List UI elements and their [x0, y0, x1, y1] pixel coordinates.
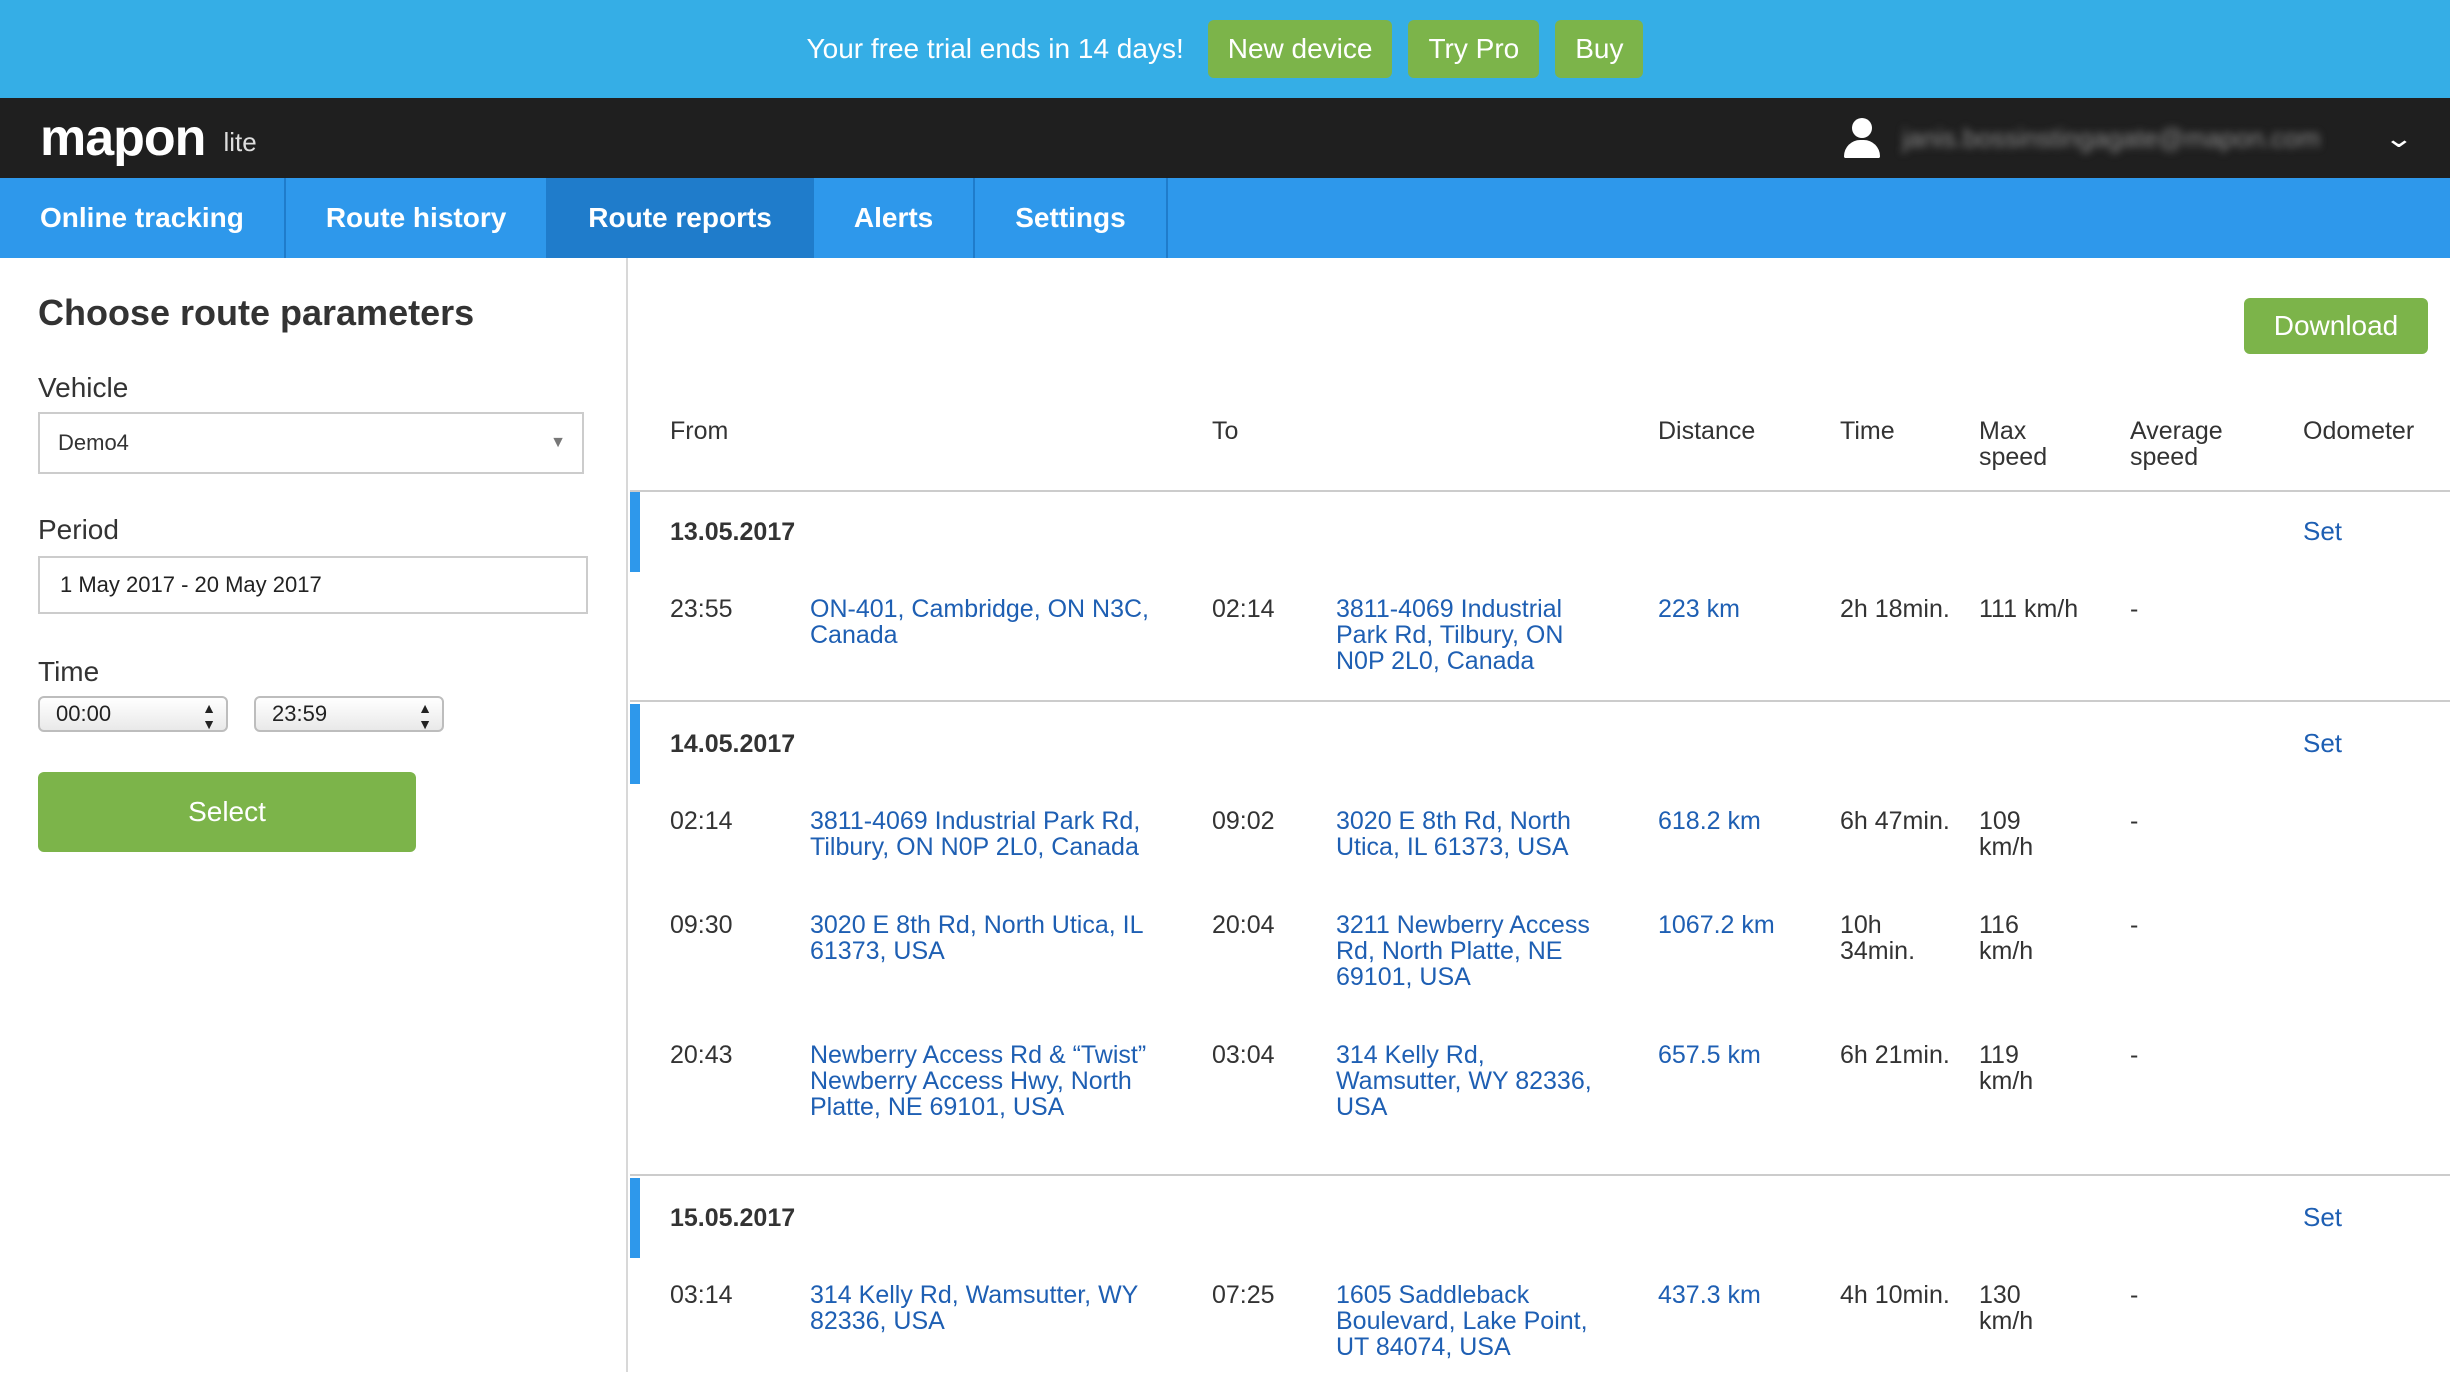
group-marker	[630, 704, 640, 784]
column-average-speed: Average speed	[2130, 417, 2223, 471]
user-email: janis.bossinstingagate@mapon.com	[1902, 122, 2321, 153]
average-speed: -	[2130, 1281, 2139, 1309]
from-address-link[interactable]: 3020 E 8th Rd, North Utica, IL 61373, US…	[810, 912, 1170, 964]
start-time: 09:30	[670, 911, 733, 939]
user-menu[interactable]: janis.bossinstingagate@mapon.com ⌄	[1840, 98, 2414, 178]
group-marker	[630, 1178, 640, 1258]
time-to-select[interactable]: 23:59 ▲ ▼	[254, 696, 444, 732]
column-to: To	[1212, 417, 1239, 445]
odometer-set-link[interactable]: Set	[2303, 728, 2342, 759]
average-speed: -	[2130, 911, 2139, 939]
new-device-button[interactable]: New device	[1207, 20, 1393, 78]
odometer-set-link[interactable]: Set	[2303, 516, 2342, 547]
start-time: 20:43	[670, 1041, 733, 1069]
tab-settings[interactable]: Settings	[975, 178, 1168, 258]
to-address-link[interactable]: 1605 Saddleback Boulevard, Lake Point, U…	[1336, 1282, 1616, 1360]
from-address-link[interactable]: Newberry Access Rd & “Twist” Newberry Ac…	[810, 1042, 1170, 1120]
date-group: 14.05.2017 Set 02:14 3811-4069 Industria…	[630, 704, 2450, 1176]
dropdown-arrow-icon: ▼	[550, 434, 566, 451]
max-speed: 111 km/h	[1979, 595, 2079, 623]
user-icon	[1840, 116, 1884, 160]
end-time: 02:14	[1212, 595, 1275, 623]
column-time: Time	[1840, 417, 1895, 445]
average-speed: -	[2130, 807, 2139, 835]
tab-alerts[interactable]: Alerts	[814, 178, 976, 258]
select-button[interactable]: Select	[38, 772, 416, 852]
distance-link[interactable]: 618.2 km	[1658, 808, 1808, 834]
vehicle-label: Vehicle	[38, 372, 129, 403]
duration: 4h 10min.	[1840, 1281, 1950, 1309]
start-time: 03:14	[670, 1281, 733, 1309]
average-speed: -	[2130, 1041, 2139, 1069]
max-speed: 130 km/h	[1979, 1281, 2034, 1335]
period-label: Period	[38, 514, 119, 545]
mapon-logo[interactable]: mapon lite	[40, 106, 257, 170]
trial-banner: Your free trial ends in 14 days! New dev…	[0, 0, 2450, 98]
average-speed: -	[2130, 595, 2139, 623]
stepper-icon: ▲ ▼	[202, 700, 216, 732]
route-report: Download From To Distance Time Max speed…	[630, 258, 2450, 1372]
logo-text: mapon	[40, 109, 206, 167]
route-parameters-panel: Choose route parameters Vehicle Demo4 ▼ …	[0, 258, 628, 1372]
try-pro-button[interactable]: Try Pro	[1408, 20, 1540, 78]
time-label: Time	[38, 656, 100, 687]
group-date: 14.05.2017	[670, 730, 796, 758]
group-marker	[630, 492, 640, 572]
group-date: 13.05.2017	[670, 518, 796, 546]
vehicle-select[interactable]: Demo4 ▼	[38, 412, 584, 474]
odometer-set-link[interactable]: Set	[2303, 1202, 2342, 1233]
duration: 6h 47min.	[1840, 807, 1950, 835]
duration: 10h 34min.	[1840, 911, 1916, 965]
tab-route-reports[interactable]: Route reports	[548, 178, 814, 258]
date-group: 13.05.2017 Set 23:55 ON-401, Cambridge, …	[630, 492, 2450, 702]
max-speed: 119 km/h	[1979, 1041, 2034, 1095]
max-speed: 116 km/h	[1979, 911, 2034, 965]
distance-link[interactable]: 1067.2 km	[1658, 912, 1788, 938]
logo-subtext: lite	[223, 127, 257, 157]
time-from-value: 00:00	[56, 701, 112, 726]
trial-text: Your free trial ends in 14 days!	[806, 33, 1184, 64]
duration: 2h 18min.	[1840, 595, 1950, 623]
column-distance: Distance	[1658, 417, 1756, 445]
tab-online-tracking[interactable]: Online tracking	[0, 178, 286, 258]
column-odometer: Odometer	[2303, 417, 2415, 445]
from-address-link[interactable]: 3811-4069 Industrial Park Rd, Tilbury, O…	[810, 808, 1170, 860]
distance-link[interactable]: 437.3 km	[1658, 1282, 1808, 1308]
vehicle-value: Demo4	[58, 430, 129, 455]
time-to-value: 23:59	[272, 701, 328, 726]
distance-link[interactable]: 223 km	[1658, 596, 1808, 622]
to-address-link[interactable]: 3811-4069 Industrial Park Rd, Tilbury, O…	[1336, 596, 1616, 674]
download-button[interactable]: Download	[2244, 298, 2428, 354]
column-from: From	[670, 417, 729, 445]
time-from-select[interactable]: 00:00 ▲ ▼	[38, 696, 228, 732]
to-address-link[interactable]: 314 Kelly Rd, Wamsutter, WY 82336, USA	[1336, 1042, 1616, 1120]
start-time: 02:14	[670, 807, 733, 835]
end-time: 03:04	[1212, 1041, 1275, 1069]
max-speed: 109 km/h	[1979, 807, 2034, 861]
column-max-speed: Max speed	[1979, 417, 2048, 471]
start-time: 23:55	[670, 595, 733, 623]
date-group: 15.05.2017 Set 03:14 314 Kelly Rd, Wamsu…	[630, 1178, 2450, 1398]
period-input[interactable]: 1 May 2017 - 20 May 2017	[38, 556, 588, 614]
to-address-link[interactable]: 3211 Newberry Access Rd, North Platte, N…	[1336, 912, 1616, 990]
duration: 6h 21min.	[1840, 1041, 1950, 1069]
app-header: mapon lite janis.bossinstingagate@mapon.…	[0, 98, 2450, 178]
to-address-link[interactable]: 3020 E 8th Rd, North Utica, IL 61373, US…	[1336, 808, 1616, 860]
stepper-icon: ▲ ▼	[418, 700, 432, 732]
tab-route-history[interactable]: Route history	[286, 178, 549, 258]
from-address-link[interactable]: 314 Kelly Rd, Wamsutter, WY 82336, USA	[810, 1282, 1170, 1334]
panel-title: Choose route parameters	[38, 292, 475, 333]
chevron-down-icon[interactable]: ⌄	[2384, 123, 2415, 154]
distance-link[interactable]: 657.5 km	[1658, 1042, 1808, 1068]
buy-button[interactable]: Buy	[1555, 20, 1644, 78]
from-address-link[interactable]: ON-401, Cambridge, ON N3C, Canada	[810, 596, 1170, 648]
end-time: 20:04	[1212, 911, 1275, 939]
end-time: 07:25	[1212, 1281, 1275, 1309]
main-nav: Online tracking Route history Route repo…	[0, 178, 2450, 258]
end-time: 09:02	[1212, 807, 1275, 835]
group-date: 15.05.2017	[670, 1204, 796, 1232]
